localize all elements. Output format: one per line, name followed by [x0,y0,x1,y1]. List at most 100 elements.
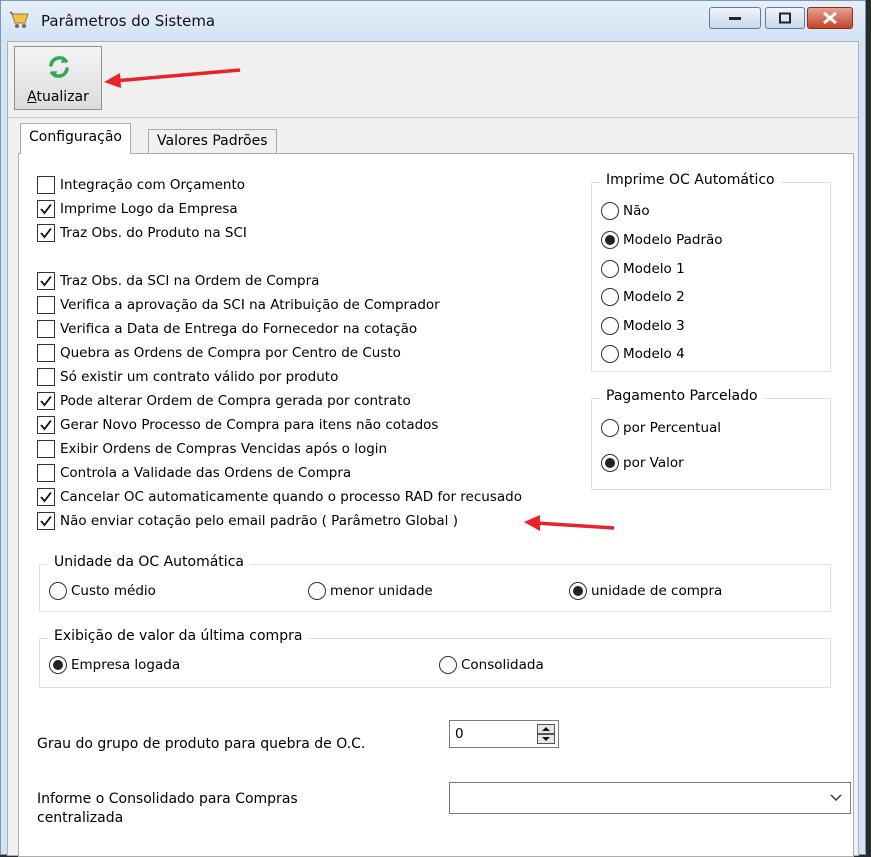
checkbox-label: Verifica a aprovação da SCI na Atribuiçã… [60,297,440,313]
checkbox-row[interactable]: Integração com Orçamento [37,175,245,195]
checkmark-icon [40,275,52,287]
radio-button[interactable] [308,582,326,600]
exibicao-option[interactable]: Consolidada [439,655,544,675]
checkbox-row[interactable]: Gerar Novo Processo de Compra para itens… [37,415,438,435]
tab-control: Configuração Valores Padrões Integração … [18,123,854,857]
minimize-button[interactable] [709,7,761,29]
checkbox-label: Verifica a Data de Entrega do Fornecedor… [60,321,418,337]
pagamento-option[interactable]: por Valor [601,453,684,473]
unidade-oc-option[interactable]: menor unidade [308,581,433,601]
pagamento-option[interactable]: por Percentual [601,418,721,438]
checkmark-icon [40,227,52,239]
refresh-label: Atualizar [27,89,89,105]
imprime-oc-title: Imprime OC Automático [600,172,781,188]
checkbox-row[interactable]: Controla a Validade das Ordens de Compra [37,463,351,483]
tab-valores-padroes[interactable]: Valores Padrões [148,129,277,154]
checkbox-row[interactable]: Verifica a aprovação da SCI na Atribuiçã… [37,295,440,315]
checkmark-icon [40,419,52,431]
imprime-oc-option[interactable]: Modelo 3 [601,316,685,336]
title-bar[interactable]: Parâmetros do Sistema [1,1,865,41]
checkbox[interactable] [37,224,55,242]
checkbox[interactable] [37,368,55,386]
close-button[interactable] [807,7,853,29]
imprime-oc-option[interactable]: Modelo Padrão [601,230,723,250]
checkmark-icon [40,395,52,407]
checkbox-row[interactable]: Não enviar cotação pelo email padrão ( P… [37,511,458,531]
checkbox[interactable] [37,320,55,338]
checkbox-label: Pode alterar Ordem de Compra gerada por … [60,393,411,409]
checkbox-label: Traz Obs. da SCI na Ordem de Compra [60,273,320,289]
checkbox-label: Exibir Ordens de Compras Vencidas após o… [60,441,388,457]
radio-label: Modelo 3 [623,318,685,334]
radio-button[interactable] [601,260,619,278]
checkbox-row[interactable]: Só existir um contrato válido por produt… [37,367,338,387]
tab-configuracao[interactable]: Configuração [20,123,131,154]
radio-button[interactable] [601,288,619,306]
minimize-icon [729,17,741,20]
radio-button[interactable] [601,231,619,249]
checkbox-label: Só existir um contrato válido por produt… [60,369,339,385]
checkbox-label: Traz Obs. do Produto na SCI [60,225,247,241]
app-icon [9,11,29,28]
checkbox-row[interactable]: Traz Obs. do Produto na SCI [37,223,247,243]
spinner-down-button[interactable] [537,734,555,744]
exibicao-option[interactable]: Empresa logada [49,655,180,675]
radio-button[interactable] [49,582,67,600]
refresh-icon [49,56,69,78]
checkbox[interactable] [37,200,55,218]
checkbox[interactable] [37,488,55,506]
grau-value: 0 [455,726,464,742]
radio-button[interactable] [439,656,457,674]
unidade-oc-option[interactable]: unidade de compra [569,581,722,601]
checkbox-row[interactable]: Verifica a Data de Entrega do Fornecedor… [37,319,417,339]
checkbox[interactable] [37,512,55,530]
checkbox[interactable] [37,176,55,194]
close-icon [823,12,837,24]
spinner-buttons [537,724,555,744]
annotation-arrow-refresh [104,68,241,88]
imprime-oc-option[interactable]: Modelo 1 [601,259,685,279]
arrow-up-icon [542,727,550,731]
checkbox-row[interactable]: Quebra as Ordens de Compra por Centro de… [37,343,401,363]
radio-button[interactable] [601,317,619,335]
imprime-oc-option[interactable]: Não [601,201,650,221]
checkbox[interactable] [37,440,55,458]
spinner-up-button[interactable] [537,724,555,734]
checkbox-label: Quebra as Ordens de Compra por Centro de… [60,345,401,361]
checkbox-label: Não enviar cotação pelo email padrão ( P… [60,513,458,529]
consolidado-select[interactable] [449,782,851,814]
checkbox[interactable] [37,392,55,410]
radio-button[interactable] [49,656,67,674]
radio-label: Custo médio [71,583,156,599]
grau-spinner[interactable]: 0 [449,720,559,748]
annotation-arrow-checkbox [524,515,615,531]
radio-button[interactable] [601,345,619,363]
checkbox[interactable] [37,344,55,362]
checkbox-row[interactable]: Pode alterar Ordem de Compra gerada por … [37,391,411,411]
checkmark-icon [40,515,52,527]
checkbox[interactable] [37,464,55,482]
pagamento-title: Pagamento Parcelado [600,388,764,404]
checkbox-row[interactable]: Exibir Ordens de Compras Vencidas após o… [37,439,387,459]
checkbox[interactable] [37,296,55,314]
imprime-oc-option[interactable]: Modelo 4 [601,344,685,364]
checkbox-label: Imprime Logo da Empresa [60,201,238,217]
radio-button[interactable] [601,454,619,472]
radio-button[interactable] [569,582,587,600]
radio-label: por Percentual [623,420,722,436]
checkbox-row[interactable]: Imprime Logo da Empresa [37,199,238,219]
unidade-oc-option[interactable]: Custo médio [49,581,156,601]
checkbox[interactable] [37,272,55,290]
radio-label: Modelo 2 [623,289,685,305]
radio-button[interactable] [601,419,619,437]
refresh-button[interactable]: Atualizar [14,46,102,110]
maximize-button[interactable] [765,7,805,29]
radio-label: Modelo Padrão [623,232,723,248]
radio-label: Consolidada [461,657,544,673]
radio-button[interactable] [601,202,619,220]
checkbox-row[interactable]: Traz Obs. da SCI na Ordem de Compra [37,271,319,291]
checkbox-row[interactable]: Cancelar OC automaticamente quando o pro… [37,487,522,507]
checkbox[interactable] [37,416,55,434]
chevron-down-icon [830,794,842,801]
imprime-oc-option[interactable]: Modelo 2 [601,287,685,307]
